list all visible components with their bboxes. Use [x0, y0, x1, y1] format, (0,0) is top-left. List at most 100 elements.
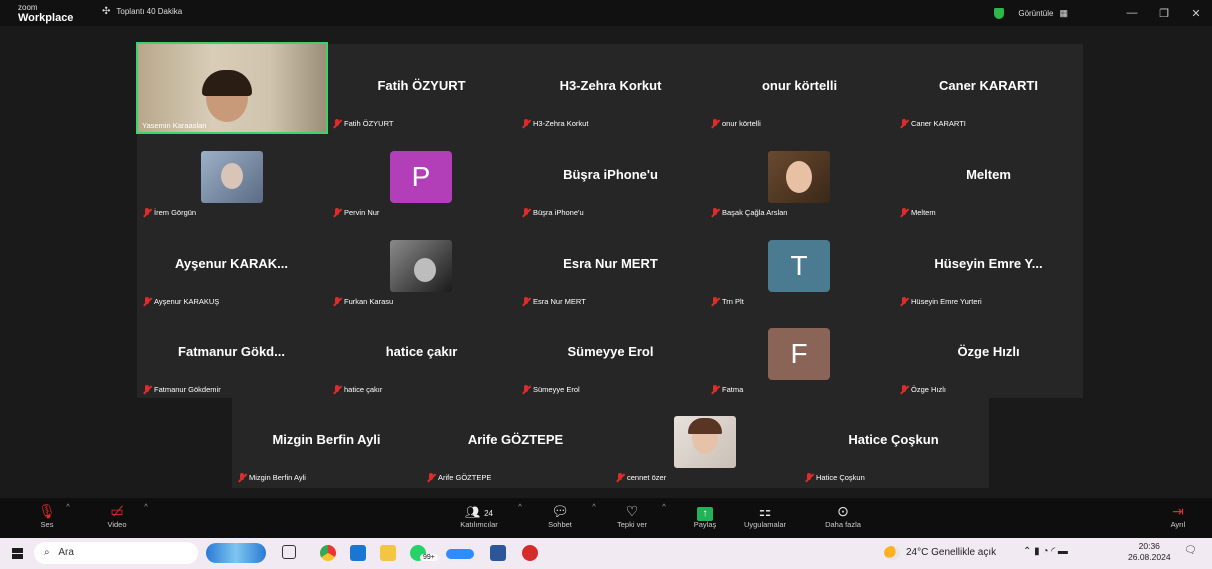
- restore-button[interactable]: ❐: [1148, 7, 1180, 20]
- weather-text[interactable]: 24°C Genellikle açık: [906, 547, 996, 558]
- meeting-title: Toplantı 40 Dakika: [116, 7, 183, 16]
- participants-button[interactable]: 👥︎ 24 Katılımcılar: [452, 502, 506, 529]
- participant-tile[interactable]: Esra Nur MERT Esra Nur MERT: [516, 222, 705, 310]
- leave-button[interactable]: ⇥ Ayrıl: [1164, 502, 1192, 529]
- participant-tile[interactable]: cennet özer: [610, 398, 799, 486]
- gallery-last-row: Mizgin Berfin Ayli Mizgin Berfin Ayli Ar…: [232, 398, 989, 488]
- participant-tile[interactable]: Başak Çağla Arslan: [705, 133, 894, 221]
- apps-button[interactable]: ⚏ Uygulamalar: [733, 502, 797, 529]
- audio-button[interactable]: 🎙︎ Ses: [36, 502, 58, 529]
- participant-tile[interactable]: Furkan Karasu: [327, 222, 516, 310]
- word-icon[interactable]: [490, 545, 506, 561]
- participant-tile[interactable]: Büşra iPhone'u Büşra iPhone'u: [516, 133, 705, 221]
- participant-display-name: hatice çakır: [385, 344, 458, 359]
- react-button[interactable]: ♡ Tepki ver: [610, 502, 654, 529]
- video-button[interactable]: ▭̸ Video: [104, 502, 130, 529]
- participant-tile[interactable]: Fatih ÖZYURT Fatih ÖZYURT: [327, 44, 516, 132]
- participant-name-tag: Fatma: [711, 385, 743, 394]
- task-view-icon[interactable]: [282, 545, 296, 559]
- minimize-button[interactable]: —: [1116, 7, 1148, 19]
- participant-tile[interactable]: onur körtelli onur körtelli: [705, 44, 894, 132]
- participant-tile[interactable]: Ayşenur KARAK... Ayşenur KARAKUŞ: [137, 222, 326, 310]
- participant-tile[interactable]: T Trn Plt: [705, 222, 894, 310]
- mic-muted-icon: [900, 119, 908, 128]
- participant-avatar-photo: [390, 240, 452, 292]
- heart-icon: ♡: [625, 503, 639, 519]
- mic-muted-icon: [711, 119, 719, 128]
- taskbar-search[interactable]: ⌕ Ara: [34, 542, 198, 564]
- mic-muted-icon: [333, 119, 341, 128]
- record-icon[interactable]: [522, 545, 538, 561]
- tray-icons[interactable]: ⌃ ▮ ◔ ◜ ▬: [1023, 546, 1068, 557]
- participant-name-tag: Özge Hızlı: [900, 385, 946, 394]
- participant-count: 24: [484, 509, 494, 518]
- meeting-info[interactable]: ✣ Toplantı 40 Dakika: [102, 6, 182, 17]
- zoom-icon[interactable]: [446, 549, 474, 559]
- share-button[interactable]: ↑ Paylaş: [683, 502, 727, 529]
- mic-muted-icon: [427, 473, 435, 482]
- participant-name-tag: hatice çakır: [333, 385, 382, 394]
- mail-icon[interactable]: [350, 545, 366, 561]
- participant-tile[interactable]: P Pervin Nur: [327, 133, 516, 221]
- participant-tile[interactable]: Hüseyin Emre Y... Hüseyin Emre Yurteri: [894, 222, 1083, 310]
- participant-display-name: Sümeyye Erol: [567, 344, 654, 359]
- chat-button[interactable]: 💬︎ Sohbet: [538, 502, 582, 529]
- participant-tile[interactable]: Sümeyye Erol Sümeyye Erol: [516, 310, 705, 398]
- participant-name-tag: Hatice Çoşkun: [805, 473, 865, 482]
- participant-name-tag: Hüseyin Emre Yurteri: [900, 297, 982, 306]
- search-icon: ⌕: [44, 547, 50, 558]
- participant-tile[interactable]: Arife GÖZTEPE Arife GÖZTEPE: [421, 398, 610, 486]
- participant-display-name: Hüseyin Emre Y...: [934, 256, 1043, 271]
- search-placeholder: Ara: [58, 547, 74, 558]
- participant-name-tag: Arife GÖZTEPE: [427, 473, 491, 482]
- participant-tile[interactable]: Mizgin Berfin Ayli Mizgin Berfin Ayli: [232, 398, 421, 486]
- mic-muted-icon: [333, 297, 341, 306]
- mic-muted-icon: [333, 208, 341, 217]
- title-bar: zoom Workplace ✣ Toplantı 40 Dakika Görü…: [0, 0, 1212, 26]
- mic-muted-icon: [711, 208, 719, 217]
- participant-name-tag: Büşra iPhone'u: [522, 208, 584, 217]
- participant-tile[interactable]: İrem Görgün: [137, 133, 326, 221]
- file-explorer-icon[interactable]: [380, 545, 396, 561]
- encryption-shield-icon[interactable]: [994, 7, 1005, 19]
- participant-tile[interactable]: Meltem Meltem: [894, 133, 1083, 221]
- video-off-icon: ▭̸: [110, 503, 124, 519]
- participant-name-tag: Sümeyye Erol: [522, 385, 580, 394]
- participant-name-tag: Meltem: [900, 208, 936, 217]
- chat-options-chevron-icon[interactable]: ^: [588, 502, 600, 511]
- participant-tile[interactable]: Özge Hızlı Özge Hızlı: [894, 310, 1083, 398]
- windows-start-icon[interactable]: [12, 548, 23, 559]
- participant-name-tag: Fatmanur Gökdemir: [143, 385, 221, 394]
- react-options-chevron-icon[interactable]: ^: [658, 502, 670, 511]
- participant-tile-video[interactable]: Yasemin Karaaslan: [136, 42, 328, 134]
- audio-options-chevron-icon[interactable]: ^: [62, 502, 74, 511]
- chrome-icon[interactable]: [320, 545, 336, 561]
- participants-options-chevron-icon[interactable]: ^: [514, 502, 526, 511]
- participant-avatar-photo: [674, 416, 736, 468]
- view-button[interactable]: Görüntüle ▦: [1018, 8, 1068, 19]
- close-button[interactable]: ✕: [1180, 7, 1212, 20]
- mic-muted-icon: [900, 385, 908, 394]
- participant-display-name: Fatmanur Gökd...: [178, 344, 285, 359]
- participant-tile[interactable]: H3-Zehra Korkut H3-Zehra Korkut: [516, 44, 705, 132]
- clock-date: 26.08.2024: [1128, 552, 1171, 562]
- notification-center-icon[interactable]: 🗨︎: [1184, 545, 1197, 556]
- participant-tile[interactable]: hatice çakır hatice çakır: [327, 310, 516, 398]
- gallery-grid: Yasemin Karaaslan Fatih ÖZYURT Fatih ÖZY…: [136, 42, 1083, 398]
- more-button[interactable]: ⊙ Daha fazla: [816, 502, 870, 529]
- mic-muted-icon: [522, 385, 530, 394]
- windows-taskbar: ⌕ Ara 99+ 24°C Genellikle açık ⌃ ▮ ◔ ◜ ▬…: [0, 538, 1212, 569]
- video-options-chevron-icon[interactable]: ^: [140, 502, 152, 511]
- participant-name-tag: Başak Çağla Arslan: [711, 208, 787, 217]
- participant-name-tag: İrem Görgün: [143, 208, 196, 217]
- participant-tile[interactable]: F Fatma: [705, 310, 894, 398]
- participant-name-tag: Yasemin Karaaslan: [142, 121, 207, 130]
- clock[interactable]: 20:36 26.08.2024: [1128, 541, 1171, 563]
- participant-tile[interactable]: Caner KARARTI Caner KARARTI: [894, 44, 1083, 132]
- search-highlight-icon[interactable]: [206, 543, 266, 563]
- participant-display-name: Ayşenur KARAK...: [175, 256, 288, 271]
- participant-name-tag: cennet özer: [616, 473, 666, 482]
- participant-tile[interactable]: Hatice Çoşkun Hatice Çoşkun: [799, 398, 988, 486]
- mic-muted-icon: [238, 473, 246, 482]
- participant-tile[interactable]: Fatmanur Gökd... Fatmanur Gökdemir: [137, 310, 326, 398]
